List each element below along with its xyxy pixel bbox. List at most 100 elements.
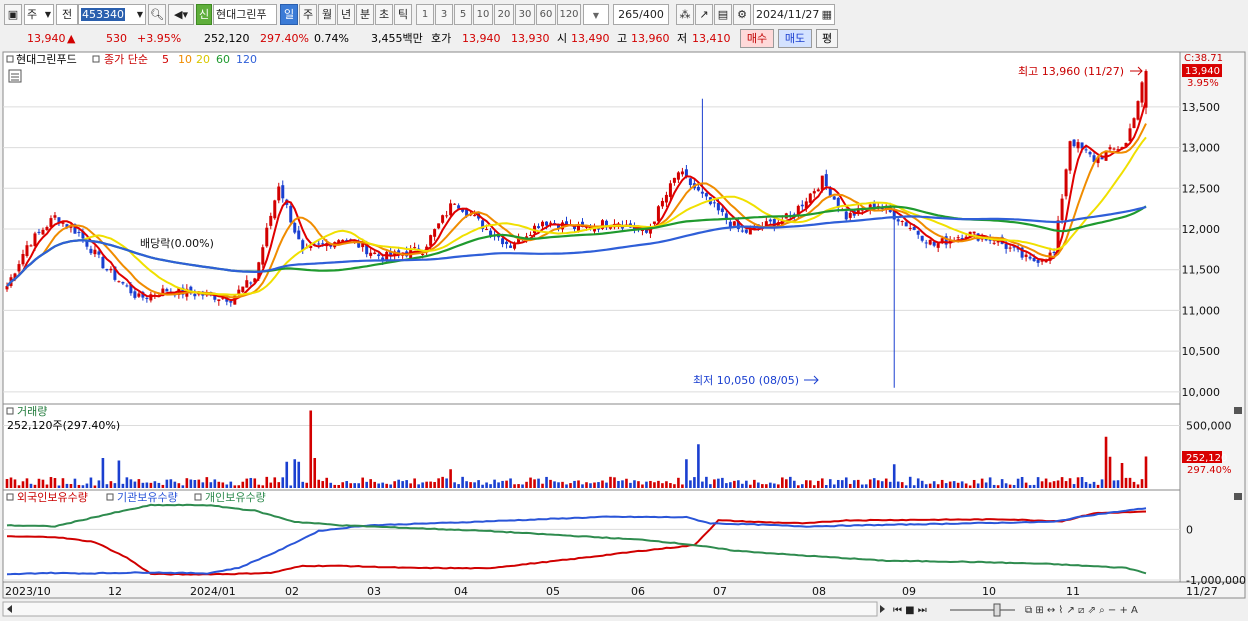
volume-bar [161, 484, 165, 488]
period-second-button[interactable]: 초 [375, 4, 393, 25]
volume-bar [1108, 456, 1112, 488]
volume-bar [385, 483, 388, 488]
interval-30-button[interactable]: 30 [515, 4, 535, 25]
x-tick-label: 06 [631, 585, 645, 598]
volume-bar [497, 482, 500, 488]
interval-20-button[interactable]: 20 [494, 4, 514, 25]
scroll-right-icon[interactable] [880, 605, 885, 613]
volume-bar [601, 480, 604, 488]
interval-10-button[interactable]: 10 [473, 4, 493, 25]
period-month-button[interactable]: 월 [318, 4, 336, 25]
volume-bar [1052, 481, 1056, 488]
candle-body [133, 291, 137, 298]
candle-body [289, 205, 293, 223]
volume-bar [25, 478, 29, 488]
pct-tag-value: 3.95% [1187, 78, 1219, 89]
save-icon[interactable]: ▤ [714, 4, 732, 25]
date-field[interactable]: 2024/11/27 ▦ [753, 4, 835, 25]
candle-body [229, 301, 233, 303]
volume-bar [197, 479, 201, 488]
volume-bar [876, 480, 880, 488]
code-input[interactable]: 453340 ▼ [78, 4, 146, 25]
volume-bar [261, 485, 265, 488]
volume-bar [980, 478, 984, 488]
volume-bar [389, 484, 392, 488]
candle-body [928, 239, 932, 245]
candle-body [956, 237, 960, 239]
volume-bar [685, 459, 688, 488]
volume-bar [1068, 478, 1072, 488]
interval-1-button[interactable]: 1 [416, 4, 434, 25]
candle-body [740, 230, 744, 232]
volume-bar [673, 484, 676, 488]
holdings-close-icon[interactable] [1234, 493, 1242, 500]
price-change: 530 [106, 32, 127, 45]
average-button[interactable]: 평 [816, 29, 838, 48]
volume-bar [808, 480, 812, 488]
sell-button[interactable]: 매도 [778, 29, 812, 48]
candle-body [529, 234, 533, 236]
period-day-button[interactable]: 일 [280, 4, 298, 25]
stock-chart[interactable]: 현대그린푸드 종가 단순 5 10 20 60 120 배당락(0.00%) 최… [0, 50, 1248, 621]
volume-bar [848, 483, 852, 488]
volume-bar [537, 478, 540, 488]
candle-body [848, 212, 852, 218]
candle-body [505, 241, 509, 244]
volume-bar [661, 483, 664, 488]
candle-body [45, 227, 49, 230]
volume-bar [605, 482, 608, 488]
period-week-button[interactable]: 주 [299, 4, 317, 25]
tools-icon[interactable]: ⁂ [676, 4, 694, 25]
volume-bar [517, 484, 520, 488]
volume-bar [485, 482, 488, 488]
volume-bar [793, 480, 796, 488]
candle-body [453, 203, 457, 205]
chart-tools-icon[interactable]: ⧉ ⊞ ↔ ⌇ ↗ ⧄ ⇗ ⌕ − + A [1025, 605, 1138, 616]
interval-5-button[interactable]: 5 [454, 4, 472, 25]
volume-bar [777, 484, 780, 488]
playback-controls-icon[interactable]: ⏮ ■ ⏭ [893, 605, 927, 616]
speaker-icon[interactable]: ◀▾ [168, 4, 194, 25]
buy-button[interactable]: 매수 [740, 29, 774, 48]
volume-bar [353, 483, 356, 488]
volume-bar [361, 477, 364, 488]
search-icon[interactable]: 🔍︎ [148, 4, 166, 25]
volume-tag-value: 252,120 [1186, 453, 1227, 464]
draw-icon[interactable]: ↗ [695, 4, 713, 25]
high-annotation: 최고 13,960 (11/27) [1018, 65, 1124, 78]
period-minute-button[interactable]: 분 [356, 4, 374, 25]
count-field[interactable]: 265/400 [613, 4, 669, 25]
volume-bar [609, 476, 612, 488]
interval-select[interactable]: ▼ [583, 4, 609, 25]
interval-3-button[interactable]: 3 [435, 4, 453, 25]
candle-body [549, 222, 553, 224]
period-tick-button[interactable]: 틱 [394, 4, 412, 25]
volume-bar [725, 483, 728, 488]
volume-bar [445, 478, 448, 488]
gear-icon[interactable]: ⚙ [733, 4, 751, 25]
layout-icon[interactable]: ▣ [4, 4, 22, 25]
volume-bar [217, 481, 221, 488]
type-select[interactable]: 주 ▼ [24, 4, 54, 25]
candle-body [1036, 260, 1040, 263]
period-year-button[interactable]: 년 [337, 4, 355, 25]
volume-bar [1040, 481, 1044, 488]
interval-120-button[interactable]: 120 [557, 4, 581, 25]
volume-bar [952, 481, 956, 488]
volume-bar [245, 478, 249, 488]
zoom-slider-handle[interactable] [993, 603, 1001, 617]
horizontal-scrollbar[interactable] [2, 601, 878, 617]
market-select[interactable]: 전 [56, 4, 78, 25]
candle-body [908, 227, 912, 229]
volume-bar [920, 480, 924, 488]
volume-bar [1080, 477, 1084, 488]
volume-bar [773, 483, 776, 488]
candle-body [373, 252, 377, 254]
stock-name-field[interactable]: 현대그린푸 [213, 4, 277, 25]
volume-bar [820, 478, 824, 488]
candle-body [217, 299, 221, 302]
volume-bar [289, 485, 293, 488]
interval-60-button[interactable]: 60 [536, 4, 556, 25]
volume-close-icon[interactable] [1234, 407, 1242, 414]
volume-bar [629, 482, 632, 488]
